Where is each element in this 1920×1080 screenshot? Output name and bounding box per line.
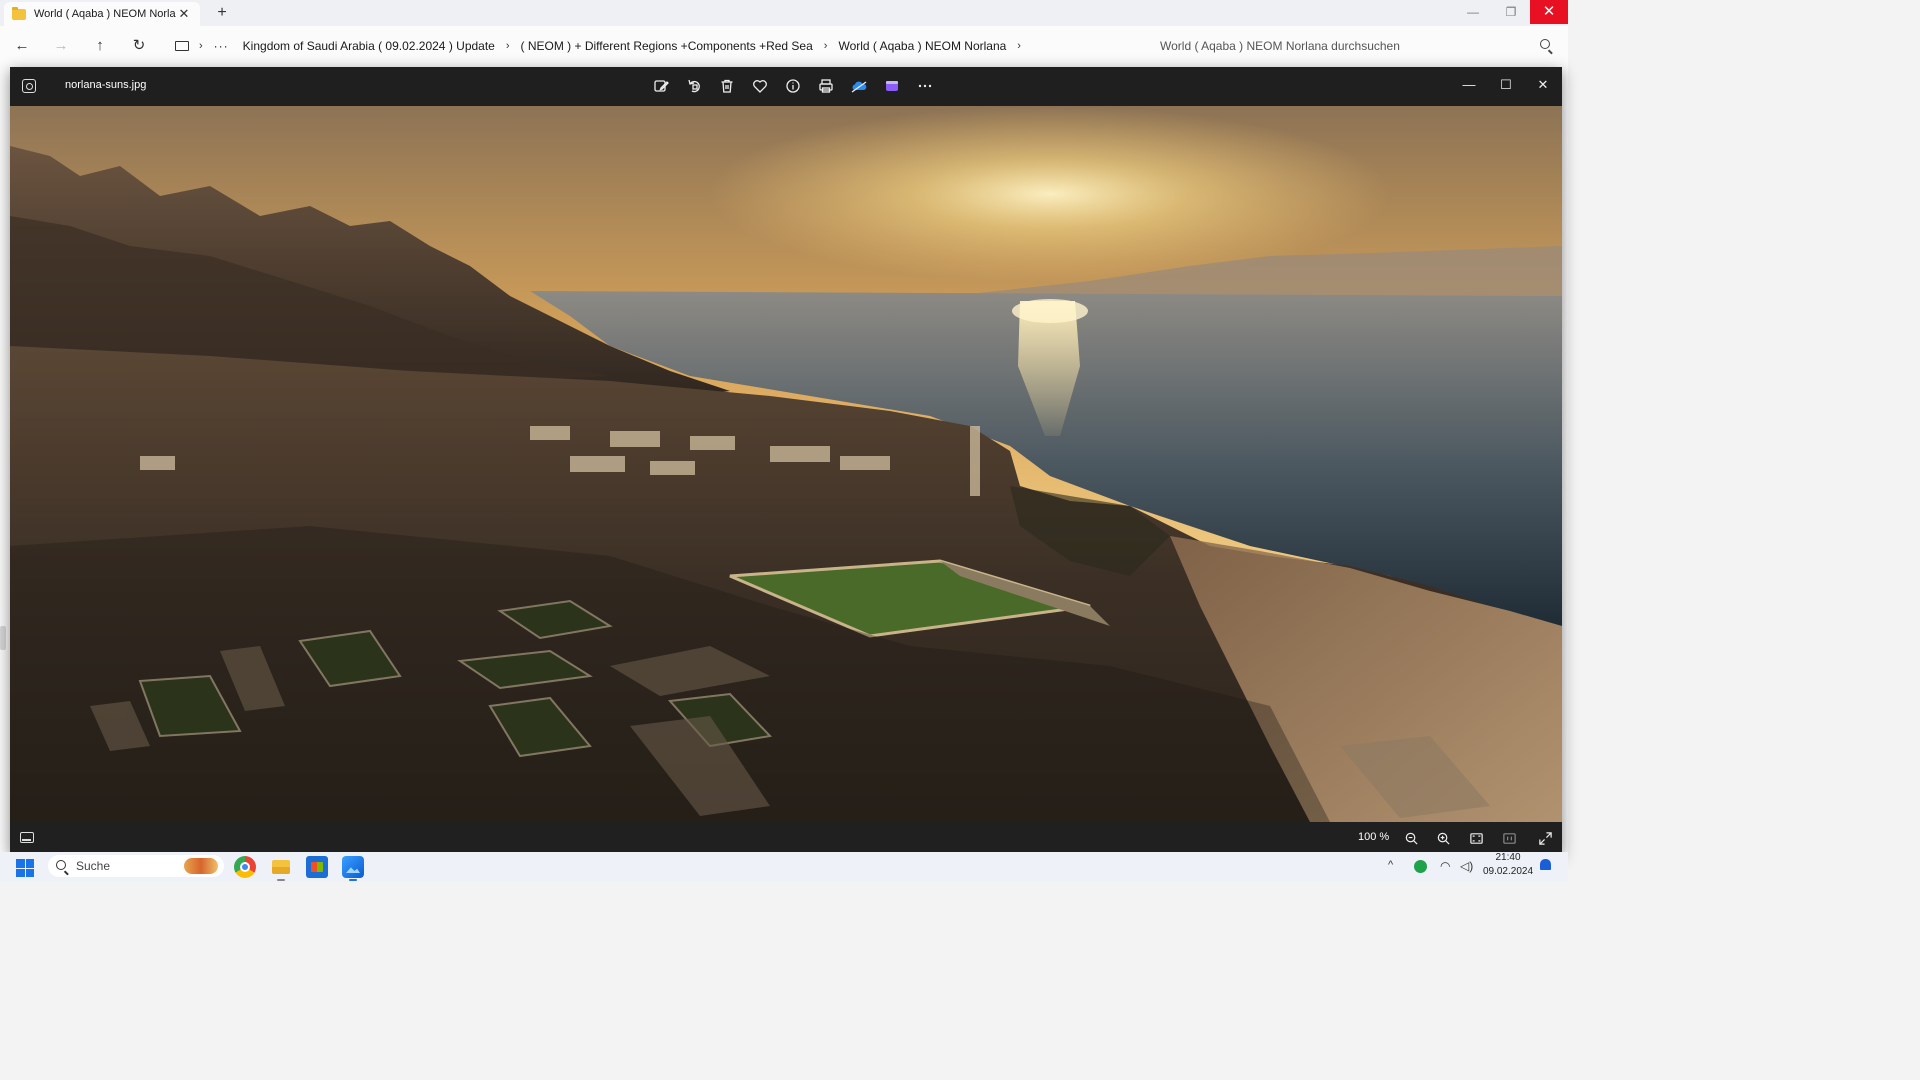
photo-canvas[interactable] <box>10 106 1562 822</box>
breadcrumb-item[interactable]: World ( Aqaba ) NEOM Norlana <box>838 39 1006 53</box>
delete-icon[interactable] <box>710 75 743 97</box>
search-placeholder: World ( Aqaba ) NEOM Norlana durchsuchen <box>1160 39 1400 53</box>
forward-icon[interactable]: → <box>51 36 71 56</box>
taskbar: Suche ^ ◠ ◁) 21:40 09.02.2024 <box>0 852 1568 882</box>
photos-icon[interactable] <box>342 856 364 881</box>
search-input[interactable]: World ( Aqaba ) NEOM Norlana durchsuchen <box>1150 32 1560 60</box>
windows-start-icon[interactable] <box>16 859 34 877</box>
chevron-right-icon[interactable]: › <box>1017 40 1021 52</box>
viewer-footer: 100 % <box>10 822 1562 854</box>
favorite-icon[interactable] <box>743 75 776 97</box>
fit-icon[interactable] <box>1465 828 1487 848</box>
clock-time: 21:40 <box>1495 852 1521 863</box>
refresh-icon[interactable]: ↻ <box>129 36 149 56</box>
print-icon[interactable] <box>809 75 842 97</box>
edit-icon[interactable] <box>644 75 677 97</box>
close-button[interactable]: ✕ <box>1530 0 1568 24</box>
search-highlight-icon[interactable] <box>184 858 218 874</box>
system-clock[interactable]: 21:40 09.02.2024 <box>1482 852 1534 878</box>
folder-icon <box>12 6 26 20</box>
onedrive-icon[interactable] <box>842 75 875 97</box>
file-name: norlana-suns.jpg <box>65 79 147 91</box>
search-icon[interactable] <box>1540 39 1550 49</box>
taskbar-search-label: Suche <box>76 859 111 873</box>
tab-explorer[interactable]: World ( Aqaba ) NEOM Norlan ✕ <box>4 2 200 26</box>
viewer-minimize-button[interactable]: — <box>1456 73 1482 97</box>
fullscreen-icon[interactable] <box>1534 828 1556 848</box>
breadcrumb-item[interactable]: ( NEOM ) + Different Regions +Components… <box>521 39 813 53</box>
actual-size-icon[interactable] <box>1498 828 1520 848</box>
photos-app-icon <box>22 79 36 93</box>
address-bar: ← → ↑ ↻ › ··· Kingdom of Saudi Arabia ( … <box>0 26 1568 66</box>
file-explorer-icon[interactable] <box>270 856 292 881</box>
minimize-button[interactable]: — <box>1454 0 1492 24</box>
explorer-titlebar: World ( Aqaba ) NEOM Norlan ✕ + — ❐ ✕ <box>0 0 1568 26</box>
pc-icon[interactable] <box>175 41 189 51</box>
security-icon[interactable] <box>1414 860 1427 873</box>
search-icon <box>56 860 66 870</box>
viewer-header: norlana-suns.jpg — ☐ ✕ <box>10 67 1562 106</box>
photo-viewer-window: norlana-suns.jpg — ☐ ✕ 100 % <box>10 67 1562 854</box>
zoom-out-icon[interactable] <box>1400 828 1422 848</box>
chevron-right-icon[interactable]: › <box>824 40 828 52</box>
scroll-handle[interactable] <box>0 626 6 650</box>
wifi-icon[interactable]: ◠ <box>1440 859 1450 873</box>
chevron-up-icon[interactable]: ^ <box>1388 859 1393 871</box>
filmstrip-icon[interactable] <box>20 832 34 843</box>
chevron-right-icon[interactable]: › <box>506 40 510 52</box>
up-icon[interactable]: ↑ <box>90 36 110 56</box>
plus-icon[interactable]: + <box>212 4 232 22</box>
maximize-button[interactable]: ❐ <box>1492 0 1530 24</box>
zoom-in-icon[interactable] <box>1432 828 1454 848</box>
taskbar-search[interactable]: Suche <box>48 855 224 877</box>
store-icon[interactable] <box>306 856 328 878</box>
zoom-level: 100 % <box>1358 831 1390 843</box>
photo-image <box>10 106 1562 822</box>
viewer-close-button[interactable]: ✕ <box>1530 73 1556 97</box>
notification-bell-icon[interactable] <box>1540 859 1551 870</box>
info-icon[interactable] <box>776 75 809 97</box>
viewer-toolbar <box>644 75 941 97</box>
clipchamp-icon[interactable] <box>875 75 908 97</box>
viewer-maximize-button[interactable]: ☐ <box>1493 73 1519 97</box>
back-icon[interactable]: ← <box>12 36 32 56</box>
volume-icon[interactable]: ◁) <box>1460 859 1473 873</box>
more-icon[interactable] <box>908 75 941 97</box>
chevron-right-icon[interactable]: › <box>199 40 203 52</box>
chrome-icon[interactable] <box>234 856 256 878</box>
clock-date: 09.02.2024 <box>1482 866 1534 877</box>
breadcrumb-item[interactable]: Kingdom of Saudi Arabia ( 09.02.2024 ) U… <box>243 39 495 53</box>
rotate-icon[interactable] <box>677 75 710 97</box>
close-icon[interactable]: ✕ <box>176 6 192 22</box>
tab-title: World ( Aqaba ) NEOM Norlan <box>34 8 176 20</box>
more-icon[interactable]: ··· <box>214 39 229 53</box>
breadcrumb: › ··· Kingdom of Saudi Arabia ( 09.02.20… <box>166 32 1144 60</box>
